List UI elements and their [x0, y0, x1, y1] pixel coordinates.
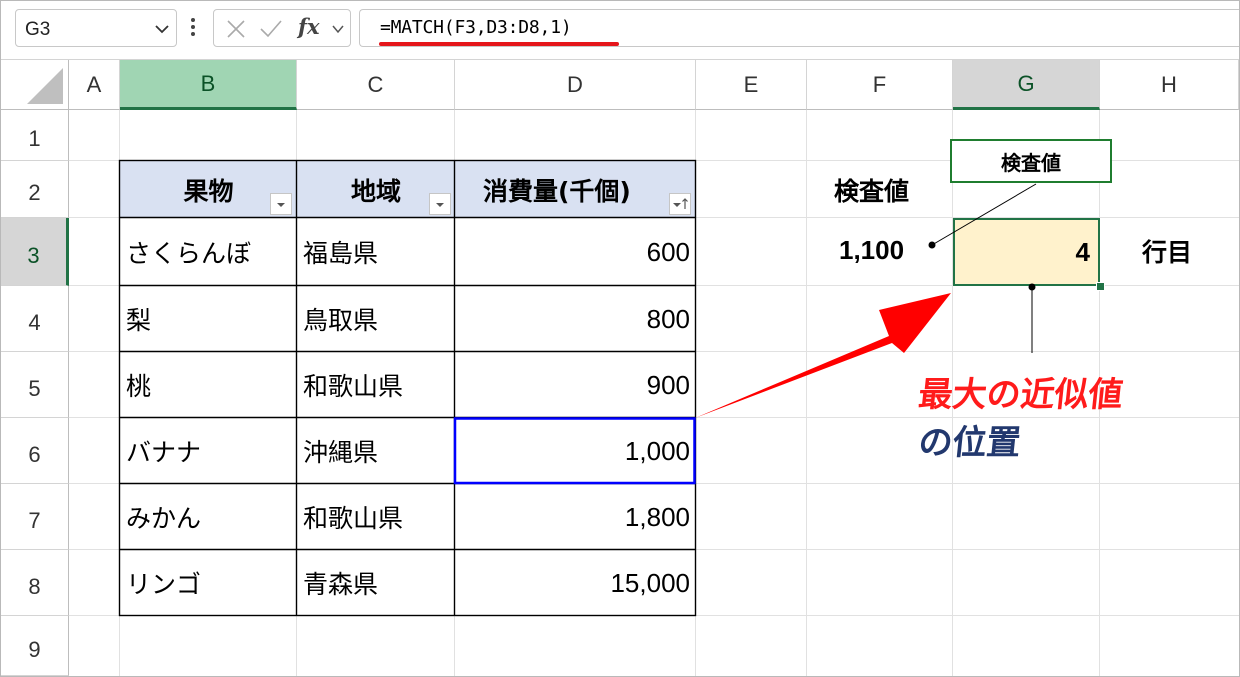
annotation-nearest-value: 最大の近似値	[916, 375, 1125, 415]
match-result: 4	[1075, 236, 1090, 267]
table-borders	[118, 159, 697, 617]
fill-handle[interactable]	[1096, 282, 1105, 291]
active-cell-g3[interactable]: 4	[953, 218, 1100, 286]
matched-cell-highlight	[453, 417, 696, 485]
callout-box: 検査値	[950, 139, 1112, 183]
result-suffix: 行目	[1142, 238, 1193, 267]
callout-label: 検査値	[1001, 150, 1061, 175]
annotation-position: の位置	[916, 423, 1023, 463]
lookup-value-cell[interactable]: 1,100	[839, 235, 904, 266]
excel-window: G3 fx =MATCH(F3,D3:D8,1) A B C D E F G H…	[0, 0, 1240, 677]
lookup-label: 検査値	[834, 177, 910, 206]
